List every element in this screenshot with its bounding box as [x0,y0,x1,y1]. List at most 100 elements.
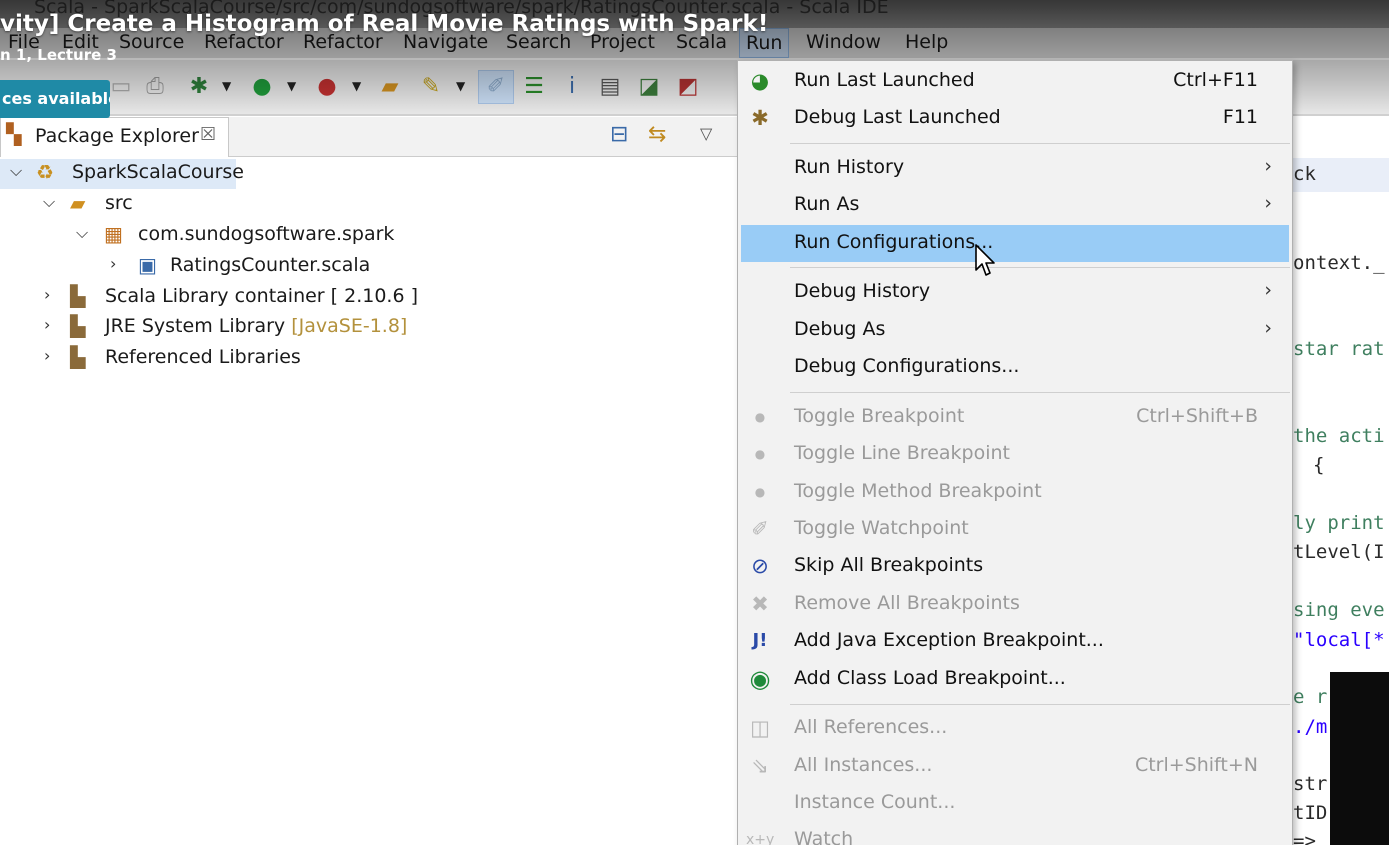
menu-run-configurations[interactable]: Run Configurations... [741,225,1289,262]
external-tools-dropdown-icon[interactable]: ▼ [352,79,361,93]
javadoc-icon[interactable]: ⅰ [559,74,585,100]
breakpoint-dot-icon: ● [754,485,766,499]
tree-item-project[interactable]: ⌵ ♻ SparkScalaCourse [0,159,244,189]
menu-debug-last-launched[interactable]: ✱ Debug Last Launched F11 [738,100,1292,137]
code-line: ck [1293,163,1316,185]
tree-item-jre-library[interactable]: › ▙ JRE System Library [JavaSE-1.8] [0,313,420,343]
run-icon[interactable]: ● [249,74,275,100]
menu-skip-all-breakpoints[interactable]: ⊘ Skip All Breakpoints [738,548,1292,585]
open-folder-icon[interactable]: ▰ [377,74,403,100]
menu-all-instances[interactable]: ⇘ All Instances... Ctrl+Shift+N [738,748,1292,785]
menu-add-class-load-breakpoint[interactable]: ◉ Add Class Load Breakpoint... [738,661,1292,698]
chevron-right-icon[interactable]: › [44,346,50,365]
tree-item-label: JRE System Library [JavaSE-1.8] [105,315,408,337]
menu-item-label: Toggle Watchpoint [794,517,969,539]
new-wizard-dropdown-icon[interactable]: ▼ [456,79,465,93]
close-icon[interactable]: ☒ [200,124,216,145]
run-dropdown-icon[interactable]: ▼ [287,79,296,93]
code-line: ontext._ [1293,252,1385,274]
menu-item-label: Run History [794,156,905,178]
menu-item-label: Debug Last Launched [794,106,1001,128]
menu-all-references[interactable]: ◫ All References... [738,710,1292,747]
collapse-all-icon[interactable]: ⊟ [610,122,628,147]
menu-run-history[interactable]: Run History › [738,150,1292,187]
code-line: the acti [1293,425,1385,447]
library-icon: ▙ [70,284,86,308]
menu-item-label: Toggle Breakpoint [794,405,965,427]
chevron-down-icon[interactable]: ⌵ [43,192,55,212]
tree-item-label: RatingsCounter.scala [170,254,371,276]
menu-run-as[interactable]: Run As › [738,187,1292,224]
outline-icon[interactable]: ☰ [521,74,547,100]
lecture-subtitle: n 1, Lecture 3 [0,46,117,64]
menu-instance-count[interactable]: Instance Count... [738,785,1292,822]
chevron-right-icon[interactable]: › [44,285,50,304]
code-line: tID [1293,802,1328,824]
chevron-right-icon[interactable]: › [110,254,116,273]
chevron-right-icon[interactable]: › [44,315,50,334]
menu-toggle-watchpoint[interactable]: ✐ Toggle Watchpoint [738,511,1292,548]
menu-item-accel: Ctrl+Shift+B [1136,405,1258,427]
tree-item-referenced-libraries[interactable]: › ▙ Referenced Libraries [0,344,420,374]
code-line: { [1313,454,1325,476]
watchpoint-icon: ✐ [751,517,769,541]
menu-item-label: Watch [794,828,854,845]
code-line: sing eve [1293,599,1385,621]
code-line: e r [1293,686,1328,708]
tree-item-label: Scala Library container [ 2.10.6 ] [105,285,418,307]
save-all-icon[interactable]: ▭ [108,74,134,100]
menu-debug-as[interactable]: Debug As › [738,312,1292,349]
menu-watch[interactable]: x+y Watch [738,822,1292,845]
all-instances-icon: ⇘ [751,754,769,778]
chevron-right-icon: › [1264,192,1272,214]
menu-item-label: All Instances... [794,754,933,776]
external-tools-icon[interactable]: ● [314,74,340,100]
code-line: => [1293,830,1316,845]
view-menu-chevron-down-icon[interactable]: ▽ [700,124,712,143]
menu-toggle-method-breakpoint[interactable]: ● Toggle Method Breakpoint [738,474,1292,511]
debug-dropdown-icon[interactable]: ▼ [222,79,231,93]
menu-item-label: Run As [794,193,860,215]
breakpoint-dot-icon: ● [754,410,766,424]
menu-toggle-breakpoint[interactable]: ● Toggle Breakpoint Ctrl+Shift+B [738,399,1292,436]
menu-separator [790,267,1290,268]
chevron-right-icon: › [1264,279,1272,301]
menu-item-label: Add Java Exception Breakpoint... [794,629,1104,651]
debug-icon[interactable]: ✱ [186,74,212,100]
console-icon[interactable]: ▤ [597,74,623,100]
menu-add-java-exception-breakpoint[interactable]: J! Add Java Exception Breakpoint... [738,623,1292,660]
menu-run-last-launched[interactable]: ◕ Run Last Launched Ctrl+F11 [738,63,1292,100]
tree-item-scala-library[interactable]: › ▙ Scala Library container [ 2.10.6 ] [0,283,420,313]
link-with-editor-icon[interactable]: ⇆ [648,122,666,147]
resources-available-badge[interactable]: ces available [0,80,110,118]
tree-item-package[interactable]: ⌵ ▦ com.sundogsoftware.spark [0,221,400,251]
scala-file-icon: ▣ [138,253,157,277]
menu-item-accel: Ctrl+F11 [1173,69,1258,91]
menu-item-label: Debug Configurations... [794,355,1020,377]
chevron-right-icon: › [1264,155,1272,177]
menu-remove-all-breakpoints[interactable]: ✖ Remove All Breakpoints [738,586,1292,623]
menu-help[interactable]: Help [905,31,948,53]
tree-item-src[interactable]: ⌵ ▰ src [0,190,300,220]
chevron-down-icon[interactable]: ⌵ [76,223,88,243]
menu-separator [790,392,1290,393]
code-line: ./m [1293,716,1328,738]
tree-item-scala-file[interactable]: › ▣ RatingsCounter.scala [0,252,400,282]
debug-last-icon: ✱ [751,106,769,130]
mouse-cursor-icon [975,244,995,276]
new-wizard-icon[interactable]: ✎ [418,74,444,100]
menu-debug-configurations[interactable]: Debug Configurations... [738,349,1292,386]
scala-interpreter-icon[interactable]: ◩ [675,74,701,100]
menu-item-label: Debug History [794,280,931,302]
mark-occurrences-icon[interactable]: ✐ [483,74,509,100]
menu-window[interactable]: Window [806,31,881,53]
scala-worksheet-icon[interactable]: ◪ [636,74,662,100]
menu-toggle-line-breakpoint[interactable]: ● Toggle Line Breakpoint [738,436,1292,473]
menu-debug-history[interactable]: Debug History › [738,274,1292,311]
tree-item-label: src [105,192,133,214]
tree-item-label: SparkScalaCourse [72,161,244,183]
menu-item-label: Instance Count... [794,791,956,813]
print-icon[interactable]: ⎙ [142,74,168,100]
code-line: "local[* [1293,629,1385,651]
chevron-down-icon[interactable]: ⌵ [10,161,22,181]
